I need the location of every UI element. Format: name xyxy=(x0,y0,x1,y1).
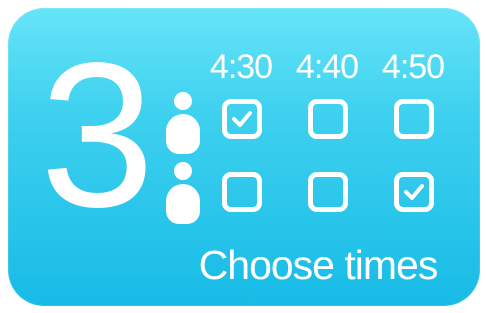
step-number: 3 xyxy=(40,20,155,250)
person-head xyxy=(174,92,192,110)
time-checkbox-row1-430[interactable] xyxy=(222,99,262,139)
person-body xyxy=(166,114,200,154)
check-icon xyxy=(404,184,424,200)
person-icon xyxy=(166,162,200,226)
person-body xyxy=(166,184,200,224)
person-icon xyxy=(166,92,200,156)
schedule-card: 3 4:30 4:40 4:50 Choose times xyxy=(8,8,480,306)
time-checkbox-row2-440[interactable] xyxy=(308,172,348,212)
choose-times-label: Choose times xyxy=(198,242,439,288)
time-label-450: 4:50 xyxy=(381,48,445,86)
time-checkbox-row1-450[interactable] xyxy=(394,99,434,139)
time-label-440: 4:40 xyxy=(295,48,359,86)
time-checkbox-row2-450[interactable] xyxy=(394,172,434,212)
person-head xyxy=(174,162,192,180)
time-checkbox-row2-430[interactable] xyxy=(222,172,262,212)
time-checkbox-row1-440[interactable] xyxy=(308,99,348,139)
time-label-430: 4:30 xyxy=(209,48,273,86)
check-icon xyxy=(232,111,252,127)
